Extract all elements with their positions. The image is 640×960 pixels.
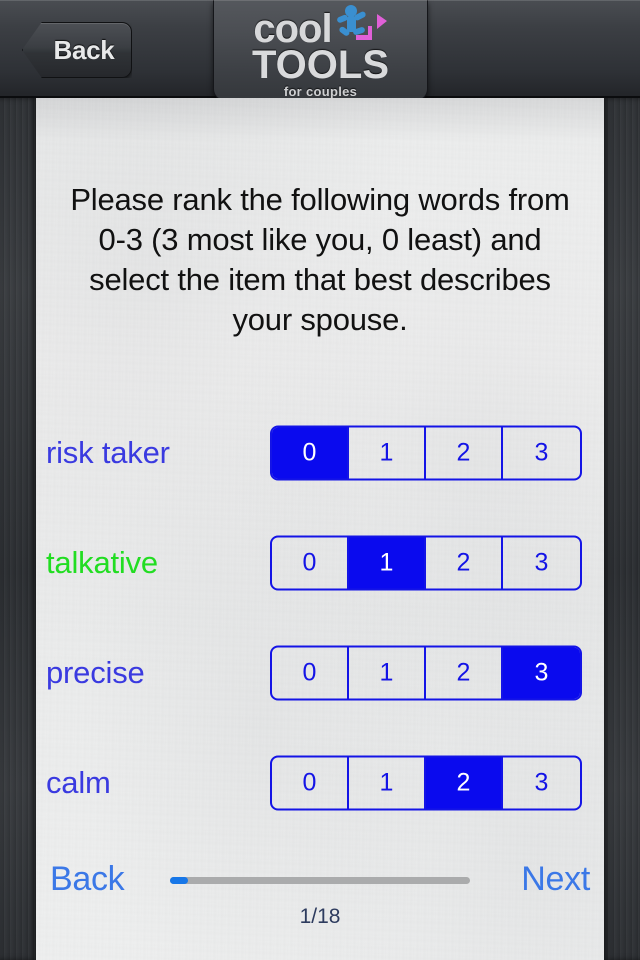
right-wood-rail <box>604 98 640 960</box>
rating-row: calm 0 1 2 3 <box>36 728 604 838</box>
rating-segment-option[interactable]: 3 <box>503 647 580 699</box>
rating-segment-option[interactable]: 1 <box>349 647 426 699</box>
rating-segment-option[interactable]: 3 <box>503 428 580 479</box>
rating-segment-option[interactable]: 1 <box>349 537 426 589</box>
rating-row: risk taker 0 1 2 3 <box>36 398 604 508</box>
footer-back-button[interactable]: Back <box>50 860 125 899</box>
left-wood-rail <box>0 98 36 960</box>
rating-segment-option[interactable]: 3 <box>503 758 580 809</box>
rating-row: precise 0 1 2 3 <box>36 618 604 728</box>
rating-segment-option[interactable]: 2 <box>426 647 503 699</box>
app-logo: cool TOOLS for couples <box>213 0 428 101</box>
rating-segmented-control: 0123 <box>270 755 582 811</box>
footer-nav: Back Next 1/18 <box>36 850 604 960</box>
header-back-button-label: Back <box>53 34 115 65</box>
instructions-text: Please rank the following words from 0-3… <box>70 182 570 337</box>
rating-row: talkative 0 1 2 3 <box>36 508 604 618</box>
progress-bar-fill <box>170 877 188 884</box>
rating-rows: risk taker 0 1 2 3 talkative 0 1 2 3 precise 0 1 2 3 ca… <box>36 398 604 838</box>
rating-segment-option[interactable]: 2 <box>426 757 503 809</box>
rating-segment-option[interactable]: 2 <box>426 537 503 589</box>
header-back-button[interactable]: Back <box>22 22 132 78</box>
rating-segmented-control: 0123 <box>270 645 582 701</box>
page-counter: 1/18 <box>299 905 341 928</box>
app-header: Back cool TOOLS for couples <box>0 0 640 101</box>
rating-segment-option[interactable]: 3 <box>503 538 580 589</box>
footer-next-button[interactable]: Next <box>521 860 590 899</box>
rating-segment-option[interactable]: 0 <box>272 757 349 809</box>
rating-segment-option[interactable]: 0 <box>272 427 349 479</box>
rating-segmented-control: 0123 <box>270 425 582 481</box>
progress-bar[interactable] <box>170 877 470 884</box>
rating-segment-option[interactable]: 2 <box>426 427 503 479</box>
rating-segment-option[interactable]: 1 <box>349 757 426 809</box>
rating-row-label[interactable]: risk taker <box>46 435 170 471</box>
content-panel: Please rank the following words from 0-3… <box>36 98 604 960</box>
rating-row-label[interactable]: precise <box>46 655 145 691</box>
rating-segment-option[interactable]: 0 <box>272 537 349 589</box>
rating-segment-option[interactable]: 1 <box>349 427 426 479</box>
app-root: Back cool TOOLS for couples Please rank … <box>0 0 640 960</box>
rating-segment-option[interactable]: 0 <box>272 647 349 699</box>
logo-tagline: for couples <box>283 84 358 99</box>
rating-segmented-control: 0123 <box>270 535 582 591</box>
rating-row-label[interactable]: calm <box>46 765 111 801</box>
logo-text-tools: TOOLS <box>251 43 390 87</box>
rating-row-label[interactable]: talkative <box>46 545 158 581</box>
